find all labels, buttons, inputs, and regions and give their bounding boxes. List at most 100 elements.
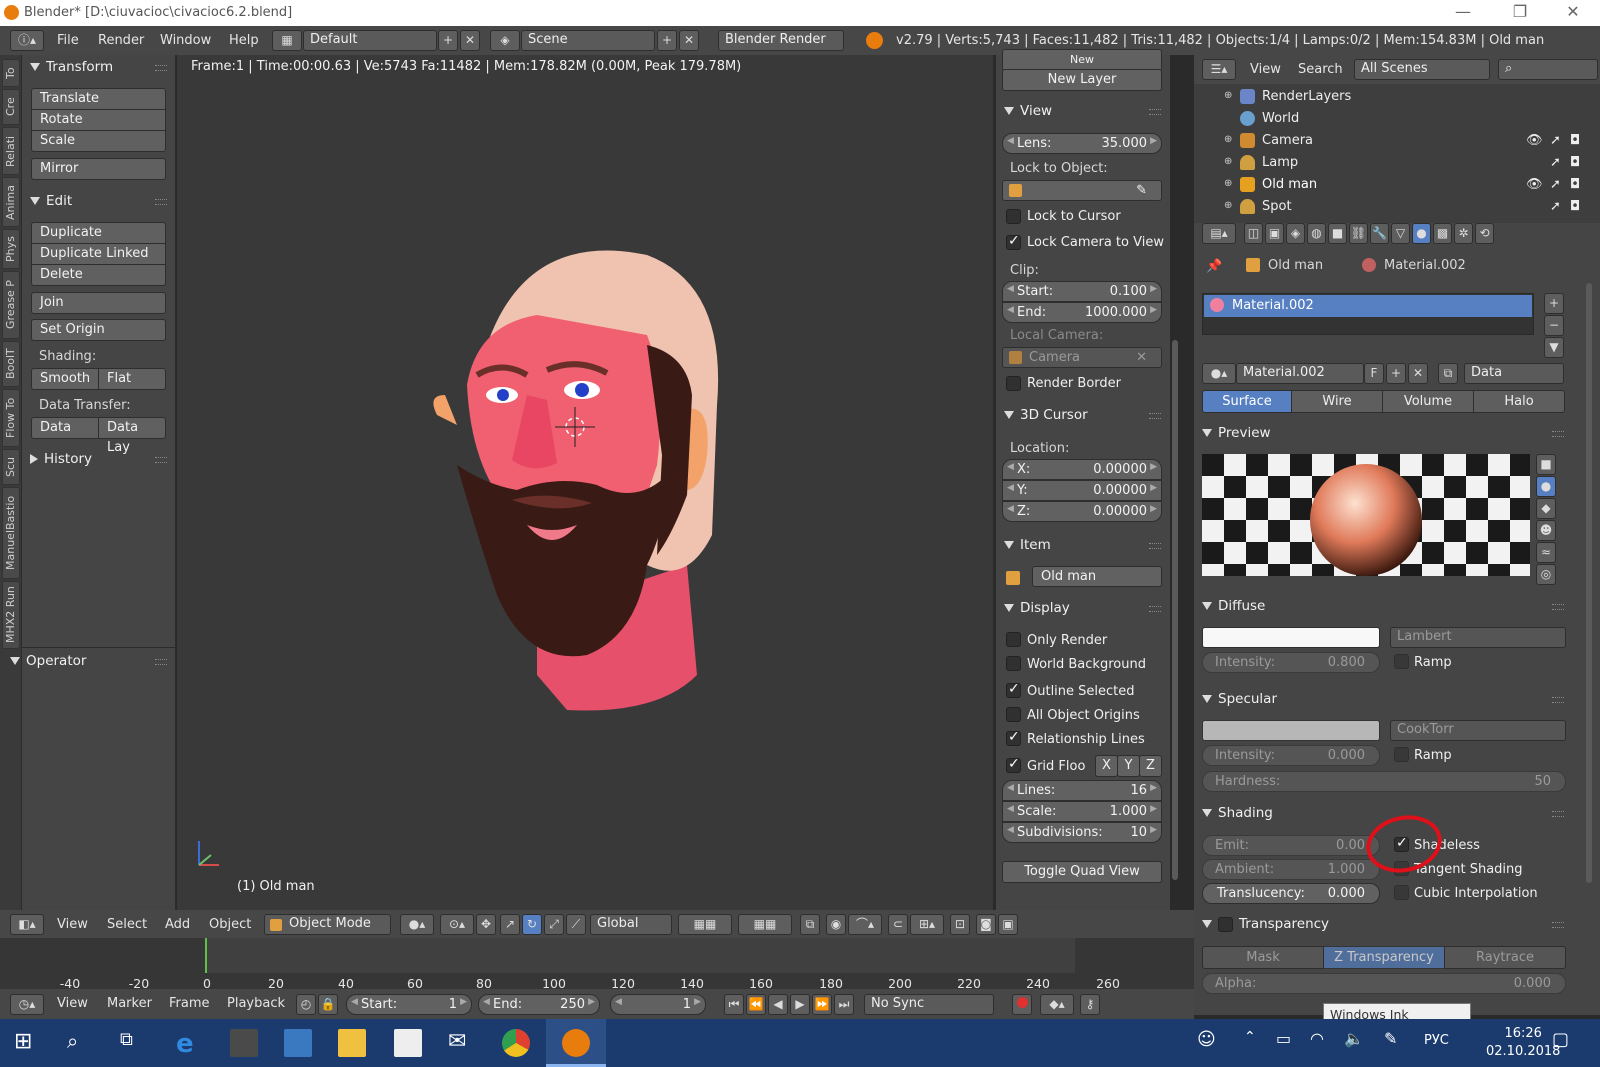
unlink-material-icon[interactable]: ✕ [1408,363,1428,384]
timeline-menu-frame[interactable]: Frame [169,996,210,1011]
current-frame-line[interactable] [205,938,207,973]
layer-lock-icon[interactable]: ⧉ [800,914,820,935]
outliner-row[interactable]: ⊕ Old man 👁 ➚ ◘ [1194,174,1600,196]
select-arrow-icon[interactable]: ➚ [1550,133,1561,148]
expand-icon[interactable]: ⊕ [1224,156,1232,167]
outliner-menu-search[interactable]: Search [1298,62,1343,77]
view3d-menu-select[interactable]: Select [107,917,147,932]
snap-element-icon[interactable]: ⊞▴ [910,914,944,935]
tab-halo[interactable]: Halo [1473,390,1565,413]
tab-flow-tools[interactable]: Flow To [2,389,20,447]
tab-manuelbastioni[interactable]: ManuelBastio [2,487,20,579]
only-render-checkbox[interactable] [1006,632,1021,647]
expand-icon[interactable]: ⊕ [1224,200,1232,211]
layers-block-2[interactable]: ▦▦ [738,914,792,935]
physics-tab-icon[interactable]: ⟲ [1475,223,1494,244]
view3d-menu-add[interactable]: Add [165,917,190,932]
grid-floor-checkbox[interactable] [1006,756,1021,773]
scale-button[interactable]: Scale [31,130,166,152]
outliner-row[interactable]: World [1194,108,1600,130]
render-tab-icon[interactable]: ◫ [1244,223,1263,244]
drag-grip-icon[interactable] [1552,811,1564,817]
duplicate-button[interactable]: Duplicate [31,222,166,244]
duplicate-linked-button[interactable]: Duplicate Linked [31,243,166,265]
minimize-button[interactable]: — [1440,0,1486,26]
axis-x-toggle[interactable]: X [1095,755,1118,777]
select-arrow-icon[interactable]: ➚ [1550,177,1561,192]
notifications-icon[interactable]: ▢ [1552,1029,1580,1057]
drag-grip-icon[interactable] [1149,543,1161,549]
render-layers-tab-icon[interactable]: ▣ [1265,223,1284,244]
select-arrow-icon[interactable]: ➚ [1550,155,1561,170]
transform-orientation-select[interactable]: Global [590,914,672,935]
visibility-eye-icon[interactable]: 👁 [1526,177,1543,192]
file-explorer-icon[interactable] [338,1029,366,1057]
local-camera-field[interactable]: Camera ✕ [1002,347,1162,368]
rotate-manipulator-icon[interactable]: ↻ [522,914,542,935]
editor-type-info-icon[interactable]: ⓘ▴ [10,30,44,51]
data-layout-button[interactable]: Data Lay [98,417,166,455]
tab-relations[interactable]: Relati [2,127,20,175]
new-grease-layer-button[interactable]: New [1002,49,1162,71]
render-camera-icon[interactable]: ◘ [1570,199,1580,214]
outliner-row[interactable]: ⊕ Lamp ➚ ◘ [1194,152,1600,174]
maximize-button[interactable]: ❐ [1497,0,1543,26]
smooth-button[interactable]: Smooth [31,368,99,390]
tab-wire[interactable]: Wire [1291,390,1383,413]
tab-grease-pencil[interactable]: Grease P [2,271,20,339]
transform-panel-header[interactable]: Transform [30,59,113,75]
rotate-button[interactable]: Rotate [31,109,166,131]
cursor-panel-header[interactable]: 3D Cursor [1004,407,1088,423]
play-icon[interactable]: ▶ [790,994,810,1015]
material-tab-icon[interactable]: ● [1412,223,1431,244]
scene-icon[interactable]: ◈ [490,30,520,51]
store-icon[interactable] [394,1029,422,1057]
tab-physics[interactable]: Phys [2,229,20,269]
chrome-icon[interactable] [502,1029,530,1057]
volume-icon[interactable]: 🔈 [1344,1029,1372,1057]
start-windows-icon[interactable]: ⊞ [14,1029,42,1057]
delete-button[interactable]: Delete [31,264,166,286]
axis-z-toggle[interactable]: Z [1139,755,1162,777]
scene-field[interactable]: Scene [521,30,655,51]
browse-material-icon[interactable]: ●▴ [1202,363,1236,384]
old-man-head-model[interactable] [417,235,747,735]
record-icon[interactable] [1012,994,1032,1015]
operator-panel-header[interactable]: Operator [10,653,86,669]
tab-volume[interactable]: Volume [1382,390,1474,413]
drag-grip-icon[interactable] [155,65,167,71]
3d-view-editor-icon[interactable]: ◧▴ [10,914,44,935]
outline-selected-checkbox[interactable] [1006,681,1021,698]
texture-tab-icon[interactable]: ▩ [1433,223,1452,244]
cursor-z-field[interactable]: ◀ Z: 0.00000 ▶ [1002,501,1162,522]
constraints-tab-icon[interactable]: ⛓ [1349,223,1368,244]
scene-tab-icon[interactable]: ◈ [1286,223,1305,244]
render-camera-icon[interactable]: ◘ [1570,155,1580,170]
material-link-select[interactable]: Data [1464,363,1564,384]
tab-mhx2[interactable]: MHX2 Run [2,581,20,649]
taskbar-clock[interactable]: 16:26 02.10.2018 [1486,1025,1560,1061]
opengl-render-icon[interactable]: ◙ [976,914,996,935]
remove-scene-icon[interactable]: ✕ [679,30,699,51]
auto-key-icon[interactable]: ⚷ [1080,994,1100,1015]
properties-editor-icon[interactable]: ▤▴ [1202,223,1236,244]
diffuse-ramp-checkbox[interactable] [1394,654,1409,669]
render-camera-icon[interactable]: ◘ [1570,133,1580,148]
menu-window[interactable]: Window [160,33,211,48]
current-frame-field[interactable]: ◀ 1 ▶ [610,994,706,1015]
sync-mode-select[interactable]: No Sync [864,994,994,1015]
add-layout-icon[interactable]: + [438,30,458,51]
tab-booltool[interactable]: BoolT [2,341,20,387]
data-tab-icon[interactable]: ▽ [1391,223,1410,244]
fake-user-button[interactable]: F [1364,363,1384,384]
close-button[interactable]: ✕ [1550,0,1596,26]
view-panel-header[interactable]: View [1004,103,1052,119]
translate-button[interactable]: Translate [31,88,166,110]
lens-field[interactable]: ◀ Lens: 35.000 ▶ [1002,133,1162,154]
world-tab-icon[interactable]: ◍ [1307,223,1326,244]
proportional-edit-icon[interactable]: ◉ [826,914,846,935]
expand-icon[interactable]: ⊕ [1224,90,1232,101]
tab-sculpt[interactable]: Scu [2,449,20,485]
translucency-field[interactable]: Translucency: 0.000 [1202,883,1380,904]
display-panel-header[interactable]: Display [1004,600,1070,616]
